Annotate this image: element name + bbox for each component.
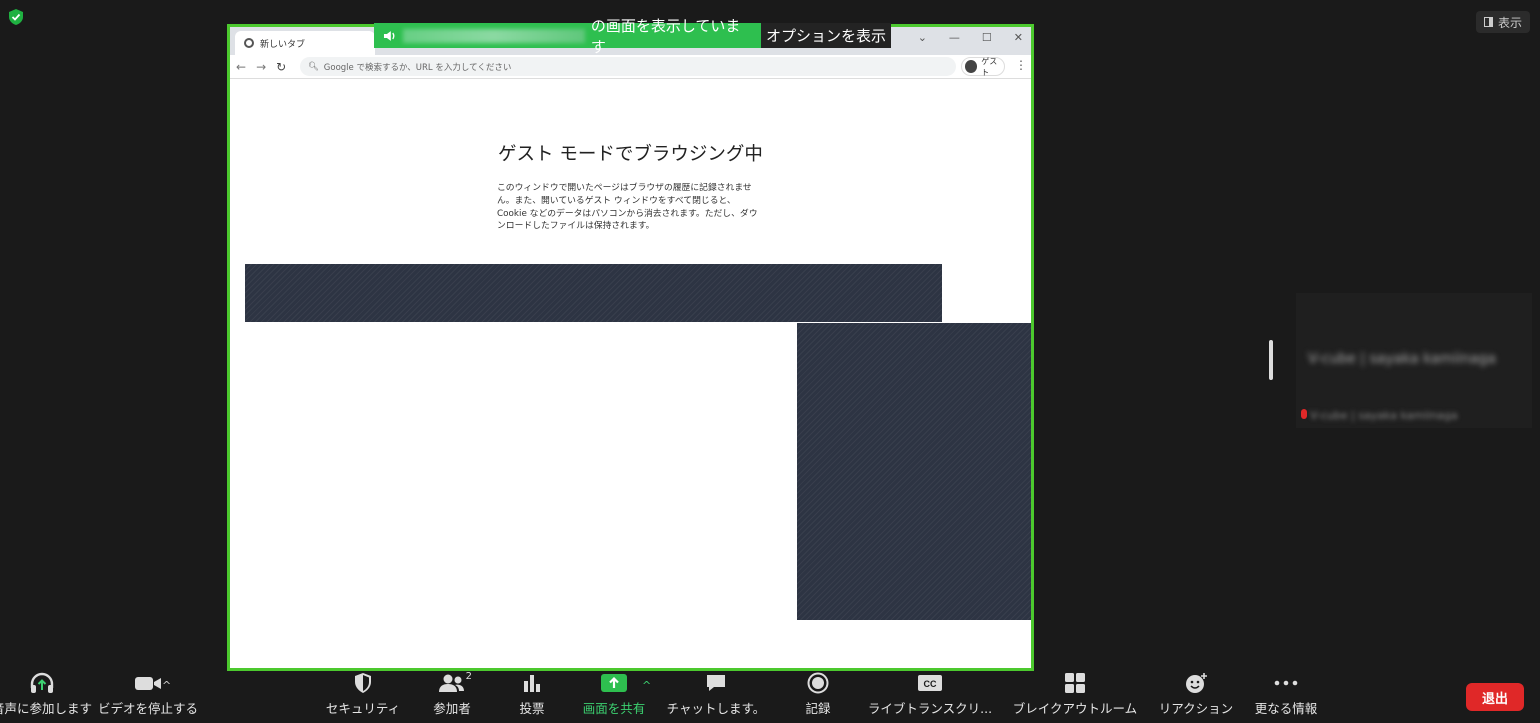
record-icon: [807, 672, 829, 694]
omnibox-placeholder: Google で検索するか、URL を入力してください: [323, 62, 512, 73]
more-label: 更なる情報: [1254, 701, 1318, 716]
share-screen-icon: [601, 674, 627, 692]
participants-icon: [439, 674, 464, 692]
chat-button[interactable]: チャットします。: [666, 671, 766, 723]
share-screen-button[interactable]: 画面を共有: [578, 671, 650, 723]
sharing-banner: の画面を表示しています オプションを表示: [374, 17, 892, 56]
avatar-icon: [965, 60, 978, 73]
video-options-caret-icon[interactable]: ^: [162, 679, 171, 692]
smiley-plus-icon: [1186, 673, 1207, 693]
close-icon[interactable]: ✕: [1014, 31, 1023, 44]
more-button[interactable]: 更なる情報: [1250, 671, 1322, 723]
poll-button[interactable]: 投票: [508, 671, 556, 723]
participant-name: V-cube | sayaka kamiinaga: [1308, 351, 1496, 367]
browser-tab-title: 新しいタブ: [260, 39, 306, 50]
share-options-caret-icon[interactable]: ^: [642, 679, 651, 692]
more-dots-icon: [1274, 680, 1298, 686]
participant-thumbnail[interactable]: V-cube | sayaka kamiinaga V-cube | sayak…: [1296, 293, 1532, 428]
profile-label: ゲスト: [981, 56, 998, 77]
view-label: 表示: [1497, 15, 1522, 30]
browser-toolbar: ← → ↻ 🔍︎ Google で検索するか、URL を入力してください ゲスト…: [230, 55, 1031, 79]
reload-icon[interactable]: ↻: [276, 60, 286, 74]
participant-label: V-cube | sayaka kamiinaga: [1310, 409, 1458, 422]
record-label: 記録: [805, 701, 831, 716]
speaker-icon: [383, 30, 395, 41]
chevron-down-icon[interactable]: ⌄: [918, 31, 927, 44]
view-button[interactable]: 表示: [1475, 11, 1530, 33]
sharer-name-blurred: [402, 28, 585, 43]
stop-video-label: ビデオを停止する: [97, 701, 198, 716]
breakout-rooms-label: ブレイクアウトルーム: [1012, 701, 1138, 716]
participants-button[interactable]: 2 参加者: [424, 671, 480, 723]
live-transcript-button[interactable]: CC ライブトランスクリ...: [864, 671, 996, 723]
meeting-toolbar: 音声に参加します ビデオを停止する ^ セキュリティ 2 参加者 投票 画面を共…: [0, 671, 1540, 723]
leave-button[interactable]: 退出: [1466, 683, 1524, 711]
omnibox[interactable]: 🔍︎ Google で検索するか、URL を入力してください: [300, 57, 956, 76]
browser-tab[interactable]: 新しいタブ: [235, 31, 375, 55]
reactions-label: リアクション: [1158, 701, 1234, 716]
minimize-icon[interactable]: —: [949, 31, 960, 44]
redacted-area: [797, 323, 1031, 620]
sharing-indicator: の画面を表示しています: [374, 17, 761, 56]
security-label: セキュリティ: [325, 701, 401, 716]
share-screen-label: 画面を共有: [582, 701, 646, 716]
live-transcript-label: ライブトランスクリ...: [867, 701, 993, 716]
guest-mode-description: このウィンドウで開いたページはブラウザの履歴に記録されません。また、開いているゲ…: [497, 183, 758, 232]
panel-resize-handle[interactable]: [1269, 340, 1273, 380]
search-icon: 🔍︎: [308, 61, 319, 72]
maximize-icon[interactable]: ☐: [982, 31, 992, 44]
breakout-rooms-icon: [1065, 673, 1085, 693]
meeting-stage: 表示 新しいタブ ⌄ — ☐ ✕ ← → ↻ 🔍︎ Google で検索するか、…: [0, 0, 1540, 671]
encryption-shield-icon[interactable]: [7, 8, 25, 26]
video-camera-icon: [135, 677, 161, 690]
muted-mic-icon: [1301, 409, 1307, 419]
security-button[interactable]: セキュリティ: [322, 671, 404, 723]
chat-bubble-icon: [707, 675, 725, 691]
poll-label: 投票: [519, 701, 545, 716]
view-options-button[interactable]: オプションを表示: [761, 23, 892, 48]
guest-mode-title: ゲスト モードでブラウジング中: [498, 144, 763, 165]
view-icon: [1483, 17, 1493, 27]
back-icon[interactable]: ←: [236, 60, 246, 74]
sharing-text: の画面を表示しています: [590, 16, 741, 56]
record-button[interactable]: 記録: [794, 671, 842, 723]
join-audio-label: 音声に参加します: [0, 701, 93, 716]
shared-screen: 新しいタブ ⌄ — ☐ ✕ ← → ↻ 🔍︎ Google で検索するか、URL…: [227, 24, 1034, 671]
stop-video-button[interactable]: ビデオを停止する: [96, 671, 200, 723]
menu-kebab-icon[interactable]: ⋮: [1015, 58, 1027, 72]
headphones-icon: [30, 672, 54, 693]
chat-label: チャットします。: [666, 701, 766, 716]
shield-icon: [355, 673, 371, 693]
join-audio-button[interactable]: 音声に参加します: [0, 671, 92, 723]
profile-button[interactable]: ゲスト: [961, 56, 1005, 77]
window-controls: ⌄ — ☐ ✕: [918, 31, 1023, 44]
bar-chart-icon: [524, 675, 540, 692]
redacted-area: [245, 264, 942, 322]
globe-icon: [244, 38, 254, 48]
forward-icon[interactable]: →: [256, 60, 266, 74]
closed-caption-icon: CC: [918, 675, 942, 691]
participants-count: 2: [465, 671, 472, 682]
breakout-rooms-button[interactable]: ブレイクアウトルーム: [1010, 671, 1140, 723]
participants-label: 参加者: [433, 701, 471, 716]
svg-text:CC: CC: [924, 679, 937, 689]
reactions-button[interactable]: リアクション: [1156, 671, 1236, 723]
